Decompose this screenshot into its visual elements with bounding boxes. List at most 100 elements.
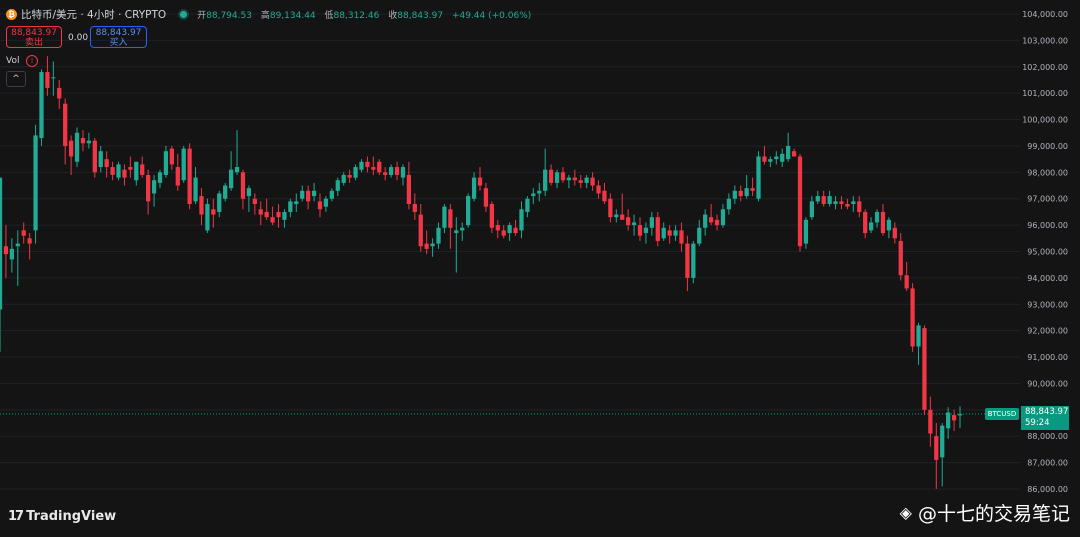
candle-body[interactable] — [365, 161, 370, 168]
candle-body[interactable] — [240, 172, 246, 199]
candle-body[interactable] — [217, 193, 222, 212]
candle-body[interactable] — [454, 230, 459, 234]
candle-body[interactable] — [483, 188, 489, 207]
candle-body[interactable] — [0, 177, 3, 310]
candle-body[interactable] — [317, 201, 323, 210]
candle-body[interactable] — [519, 209, 524, 231]
candle-body[interactable] — [697, 227, 702, 244]
candle-body[interactable] — [175, 167, 180, 186]
candle-body[interactable] — [857, 201, 862, 212]
candle-body[interactable] — [946, 412, 951, 429]
candle-body[interactable] — [306, 190, 311, 202]
candle-body[interactable] — [673, 230, 678, 236]
candle-body[interactable] — [477, 177, 483, 186]
candle-body[interactable] — [383, 172, 388, 175]
candle-body[interactable] — [554, 172, 560, 183]
candle-body[interactable] — [525, 198, 530, 212]
candle-body[interactable] — [57, 87, 62, 99]
candle-body[interactable] — [122, 169, 127, 178]
candle-body[interactable] — [460, 227, 465, 231]
candle-body[interactable] — [898, 240, 903, 276]
candle-body[interactable] — [264, 211, 269, 218]
candle-body[interactable] — [750, 188, 755, 191]
candle-body[interactable] — [388, 167, 394, 175]
candle-body[interactable] — [412, 204, 417, 212]
candle-body[interactable] — [507, 225, 512, 234]
candle-body[interactable] — [294, 201, 299, 204]
candle-body[interactable] — [815, 196, 820, 202]
candle-body[interactable] — [880, 211, 886, 234]
candle-body[interactable] — [620, 214, 625, 220]
candle-body[interactable] — [436, 227, 441, 244]
sell-button[interactable]: 88,843.97 卖出 — [6, 26, 62, 48]
candle-body[interactable] — [608, 198, 613, 218]
candle-body[interactable] — [738, 190, 743, 197]
candle-body[interactable] — [762, 156, 767, 162]
candle-body[interactable] — [151, 180, 157, 194]
candle-body[interactable] — [146, 174, 151, 202]
candle-body[interactable] — [282, 211, 287, 220]
candle-body[interactable] — [288, 201, 293, 212]
candle-body[interactable] — [406, 174, 412, 204]
candle-body[interactable] — [51, 77, 56, 79]
volume-label[interactable]: Vol — [6, 56, 19, 66]
candle-body[interactable] — [21, 230, 26, 236]
candle-body[interactable] — [104, 159, 109, 168]
candle-body[interactable] — [311, 190, 317, 197]
candle-body[interactable] — [110, 167, 115, 175]
candle-body[interactable] — [157, 172, 163, 183]
candle-body[interactable] — [809, 201, 814, 218]
candle-body[interactable] — [211, 209, 216, 215]
candle-body[interactable] — [596, 185, 601, 194]
candle-body[interactable] — [86, 140, 92, 144]
candle-body[interactable] — [353, 167, 358, 178]
candle-body[interactable] — [258, 209, 263, 215]
warning-icon[interactable]: ! — [26, 55, 38, 67]
candle-body[interactable] — [892, 227, 897, 239]
candle-body[interactable] — [537, 190, 542, 194]
candle-body[interactable] — [839, 201, 844, 204]
candle-body[interactable] — [116, 164, 121, 178]
candle-body[interactable] — [92, 140, 97, 173]
candle-body[interactable] — [98, 151, 103, 168]
candle-body[interactable] — [430, 243, 435, 247]
candle-body[interactable] — [181, 148, 186, 181]
candle-body[interactable] — [614, 214, 619, 218]
candle-body[interactable] — [270, 217, 275, 223]
candle-body[interactable] — [791, 151, 797, 157]
candle-body[interactable] — [448, 209, 453, 228]
candle-body[interactable] — [922, 328, 927, 410]
candle-body[interactable] — [590, 177, 595, 186]
candle-body[interactable] — [703, 214, 708, 228]
candle-body[interactable] — [833, 201, 838, 204]
candlestick-chart[interactable]: 86,000.0087,000.0088,000.0089,000.0090,0… — [0, 0, 1080, 537]
candle-body[interactable] — [424, 243, 429, 249]
candle-body[interactable] — [637, 225, 643, 236]
candle-body[interactable] — [300, 190, 305, 199]
candle-body[interactable] — [39, 72, 44, 139]
candle-body[interactable] — [708, 217, 714, 223]
candle-body[interactable] — [63, 103, 68, 146]
candle-body[interactable] — [276, 211, 281, 218]
candle-body[interactable] — [768, 159, 773, 162]
candle-body[interactable] — [631, 222, 637, 226]
candle-body[interactable] — [134, 161, 139, 181]
candle-body[interactable] — [957, 414, 963, 416]
candle-body[interactable] — [726, 198, 732, 210]
candle-body[interactable] — [626, 217, 631, 226]
candle-body[interactable] — [732, 190, 737, 199]
candle-body[interactable] — [928, 409, 933, 434]
candle-body[interactable] — [9, 248, 14, 260]
candle-body[interactable] — [33, 135, 38, 231]
candle-body[interactable] — [252, 198, 257, 204]
candle-body[interactable] — [489, 204, 494, 228]
candle-body[interactable] — [128, 167, 133, 170]
candle-body[interactable] — [371, 167, 376, 170]
candle-body[interactable] — [193, 177, 198, 202]
candle-body[interactable] — [466, 196, 471, 226]
candle-body[interactable] — [845, 204, 850, 207]
candle-body[interactable] — [27, 238, 32, 244]
candle-body[interactable] — [329, 190, 334, 199]
candle-body[interactable] — [205, 204, 210, 231]
candle-body[interactable] — [863, 211, 868, 234]
